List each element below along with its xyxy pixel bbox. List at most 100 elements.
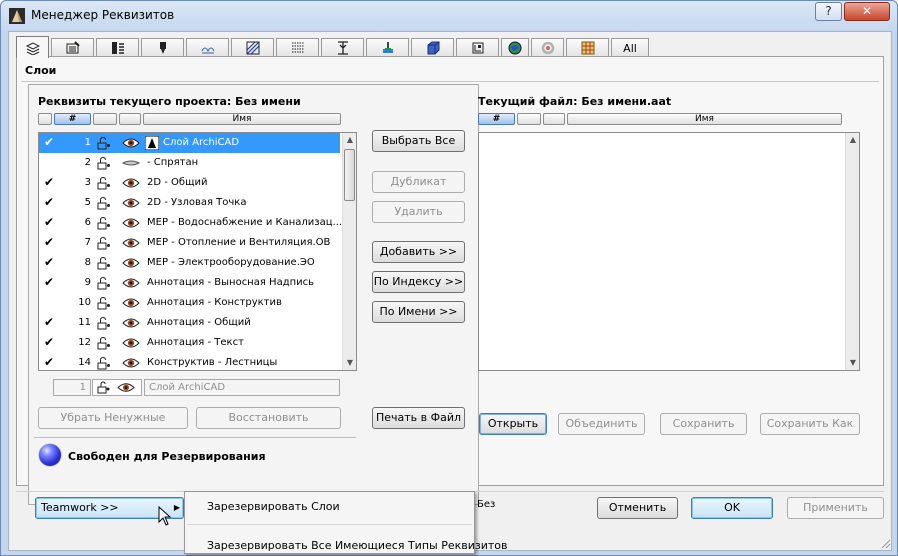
eye-icon[interactable]: [122, 136, 140, 150]
checkmark-icon[interactable]: ✔: [44, 355, 54, 369]
tab-model-views[interactable]: [566, 38, 609, 57]
table-row[interactable]: ✔ 9 Аннотация - Выносная Надпись: [39, 273, 340, 293]
lock-open-icon[interactable]: [97, 336, 111, 350]
add-button[interactable]: Добавить >>: [372, 241, 465, 263]
eye-icon[interactable]: [122, 356, 140, 370]
right-sort-name-button[interactable]: Имя: [567, 113, 842, 125]
eye-icon[interactable]: [122, 196, 140, 210]
lock-open-icon[interactable]: [97, 196, 111, 210]
tab-line-types[interactable]: [96, 38, 139, 57]
scroll-down-arrow[interactable]: ▼: [343, 356, 356, 370]
by-name-button[interactable]: По Имени >>: [372, 301, 465, 323]
lock-open-icon[interactable]: [97, 256, 111, 270]
lock-open-icon[interactable]: [97, 276, 111, 290]
eye-icon[interactable]: [117, 381, 135, 394]
table-row[interactable]: 10 Аннотация - Конструктив: [39, 293, 340, 313]
scroll-down-arrow[interactable]: ▼: [846, 356, 859, 370]
scroll-up-arrow[interactable]: ▲: [343, 133, 356, 147]
table-row[interactable]: ✔ 12 Аннотация - Текст: [39, 333, 340, 353]
ok-button[interactable]: OK: [691, 497, 773, 519]
checkmark-icon[interactable]: ✔: [44, 275, 54, 289]
checkmark-icon[interactable]: ✔: [44, 235, 54, 249]
checkmark-icon[interactable]: ✔: [44, 175, 54, 189]
by-index-button[interactable]: По Индексу >>: [372, 271, 465, 293]
lock-open-icon[interactable]: [97, 236, 111, 250]
tab-fills[interactable]: [141, 38, 184, 57]
help-button[interactable]: ?: [815, 2, 842, 21]
project-attributes-list[interactable]: ✔ 1 Слой ArchiCAD 2 - Спрятан ✔ 3 2D - Общий ✔ 5 2…: [38, 132, 357, 371]
table-row[interactable]: ✔ 14 Конструктив - Лестницы: [39, 353, 340, 370]
checkmark-icon[interactable]: ✔: [44, 195, 54, 209]
sort-view-button[interactable]: [119, 113, 141, 125]
tab-pens[interactable]: [51, 38, 94, 57]
apply-button[interactable]: Применить: [787, 497, 884, 519]
eye-closed-icon[interactable]: [121, 156, 141, 170]
layer-index-field[interactable]: 1: [53, 379, 91, 396]
eye-icon[interactable]: [122, 176, 140, 190]
lock-open-icon[interactable]: [97, 156, 111, 170]
tab-profiles[interactable]: [231, 38, 274, 57]
restore-button[interactable]: Восстановить: [196, 407, 341, 429]
eye-icon[interactable]: [122, 316, 140, 330]
table-row[interactable]: ✔ 3 2D - Общий: [39, 173, 340, 193]
checkmark-icon[interactable]: ✔: [44, 335, 54, 349]
resize-grip-icon[interactable]: [879, 537, 891, 549]
table-row[interactable]: ✔ 7 MEP - Отопление и Вентиляция.ОВ: [39, 233, 340, 253]
select-all-button[interactable]: Выбрать Все: [372, 130, 465, 152]
list-scrollbar[interactable]: ▲ ▼: [342, 133, 356, 370]
eye-icon[interactable]: [122, 296, 140, 310]
right-sort-lock-button[interactable]: [517, 113, 541, 125]
tab-markup-styles[interactable]: [456, 38, 499, 57]
eye-icon[interactable]: [122, 276, 140, 290]
tab-layers[interactable]: [16, 36, 49, 58]
duplicate-button[interactable]: Дубликат: [372, 171, 465, 193]
lock-open-icon[interactable]: [97, 176, 111, 190]
save-button[interactable]: Сохранить: [660, 413, 747, 435]
tab-all[interactable]: All: [611, 38, 649, 57]
tab-mep-systems[interactable]: [366, 38, 409, 57]
menu-item-reserve-all[interactable]: Зарезервировать Все Имеющиеся Типы Рекви…: [207, 539, 508, 552]
scroll-up-arrow[interactable]: ▲: [846, 133, 859, 147]
lock-open-icon[interactable]: [97, 381, 110, 394]
file-attributes-list[interactable]: ▲ ▼: [478, 132, 860, 371]
sort-check-button[interactable]: [38, 113, 52, 125]
lock-open-icon[interactable]: [97, 216, 111, 230]
remove-unused-button[interactable]: Убрать Ненужные: [38, 407, 188, 429]
delete-button[interactable]: Удалить: [372, 201, 465, 223]
right-list-scrollbar[interactable]: ▲ ▼: [845, 133, 859, 370]
lock-open-icon[interactable]: [97, 296, 111, 310]
sort-name-button[interactable]: Имя: [143, 113, 341, 125]
checkmark-icon[interactable]: ✔: [44, 255, 54, 269]
eye-icon[interactable]: [122, 336, 140, 350]
layer-toggles-field[interactable]: [92, 379, 142, 396]
eye-icon[interactable]: [122, 236, 140, 250]
tab-surfaces[interactable]: [276, 38, 319, 57]
tab-renovation[interactable]: [531, 38, 564, 57]
sort-lock-button[interactable]: [93, 113, 117, 125]
cancel-button[interactable]: Отменить: [597, 497, 678, 519]
tab-building-materials[interactable]: [411, 38, 454, 57]
title-bar[interactable]: Менеджер Реквизитов ? ✕: [1, 1, 897, 31]
checkmark-icon[interactable]: ✔: [44, 135, 54, 149]
scroll-thumb[interactable]: [344, 149, 355, 201]
tab-zones[interactable]: [321, 38, 364, 57]
table-row[interactable]: ✔ 8 MEP - Электрооборудование.ЭО: [39, 253, 340, 273]
lock-open-icon[interactable]: [97, 356, 111, 370]
close-button[interactable]: ✕: [844, 2, 890, 21]
table-row[interactable]: ✔ 5 2D - Узловая Точка: [39, 193, 340, 213]
tab-operation-profiles[interactable]: [501, 38, 529, 57]
eye-icon[interactable]: [122, 256, 140, 270]
right-sort-view-button[interactable]: [543, 113, 565, 125]
tab-composites[interactable]: [186, 38, 229, 57]
layer-name-field[interactable]: Слой ArchiCAD: [144, 379, 340, 396]
lock-open-icon[interactable]: [97, 316, 111, 330]
sort-num-button[interactable]: #: [54, 113, 91, 125]
checkmark-icon[interactable]: ✔: [44, 215, 54, 229]
table-row[interactable]: 2 - Спрятан: [39, 153, 340, 173]
right-sort-num-button[interactable]: #: [478, 113, 515, 125]
merge-button[interactable]: Объединить: [558, 413, 645, 435]
eye-icon[interactable]: [122, 216, 140, 230]
table-row[interactable]: ✔ 6 MEP - Водоснабжение и Канализац...: [39, 213, 342, 233]
checkmark-icon[interactable]: ✔: [44, 315, 54, 329]
open-button[interactable]: Открыть: [479, 413, 547, 435]
